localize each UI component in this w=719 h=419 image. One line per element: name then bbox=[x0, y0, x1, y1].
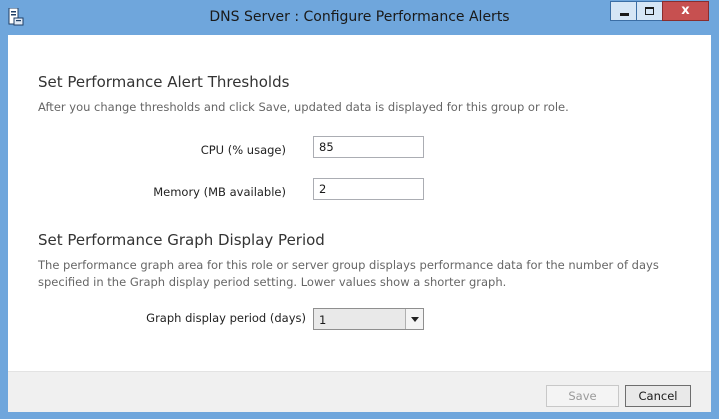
graph-description-line1: The performance graph area for this role… bbox=[38, 258, 659, 272]
minimize-button[interactable] bbox=[610, 1, 637, 21]
cancel-button[interactable]: Cancel bbox=[625, 385, 691, 407]
dialog-content: Set Performance Alert Thresholds After y… bbox=[8, 35, 711, 412]
memory-label: Memory (MB available) bbox=[153, 185, 286, 199]
graph-description-line2: specified in the Graph display period se… bbox=[38, 275, 507, 289]
close-icon: x bbox=[681, 3, 690, 18]
save-button[interactable]: Save bbox=[546, 385, 619, 407]
graph-period-dropdown[interactable]: 1 bbox=[313, 308, 424, 330]
cpu-label: CPU (% usage) bbox=[200, 143, 286, 157]
dialog-footer: Save Cancel bbox=[8, 371, 711, 412]
title-bar[interactable]: DNS Server : Configure Performance Alert… bbox=[0, 0, 719, 35]
minimize-icon bbox=[620, 13, 629, 16]
close-button[interactable]: x bbox=[662, 1, 709, 21]
dialog-window: DNS Server : Configure Performance Alert… bbox=[0, 0, 719, 419]
maximize-icon bbox=[645, 7, 654, 15]
graph-period-label: Graph display period (days) bbox=[146, 311, 306, 325]
graph-period-value: 1 bbox=[319, 313, 327, 327]
graph-period-heading: Set Performance Graph Display Period bbox=[38, 231, 325, 249]
thresholds-description: After you change thresholds and click Sa… bbox=[38, 100, 569, 114]
memory-available-field[interactable]: 2 bbox=[313, 178, 424, 200]
thresholds-heading: Set Performance Alert Thresholds bbox=[38, 73, 290, 91]
cpu-usage-field[interactable]: 85 bbox=[313, 136, 424, 158]
chevron-down-icon[interactable] bbox=[405, 309, 423, 329]
maximize-button[interactable] bbox=[636, 1, 663, 21]
